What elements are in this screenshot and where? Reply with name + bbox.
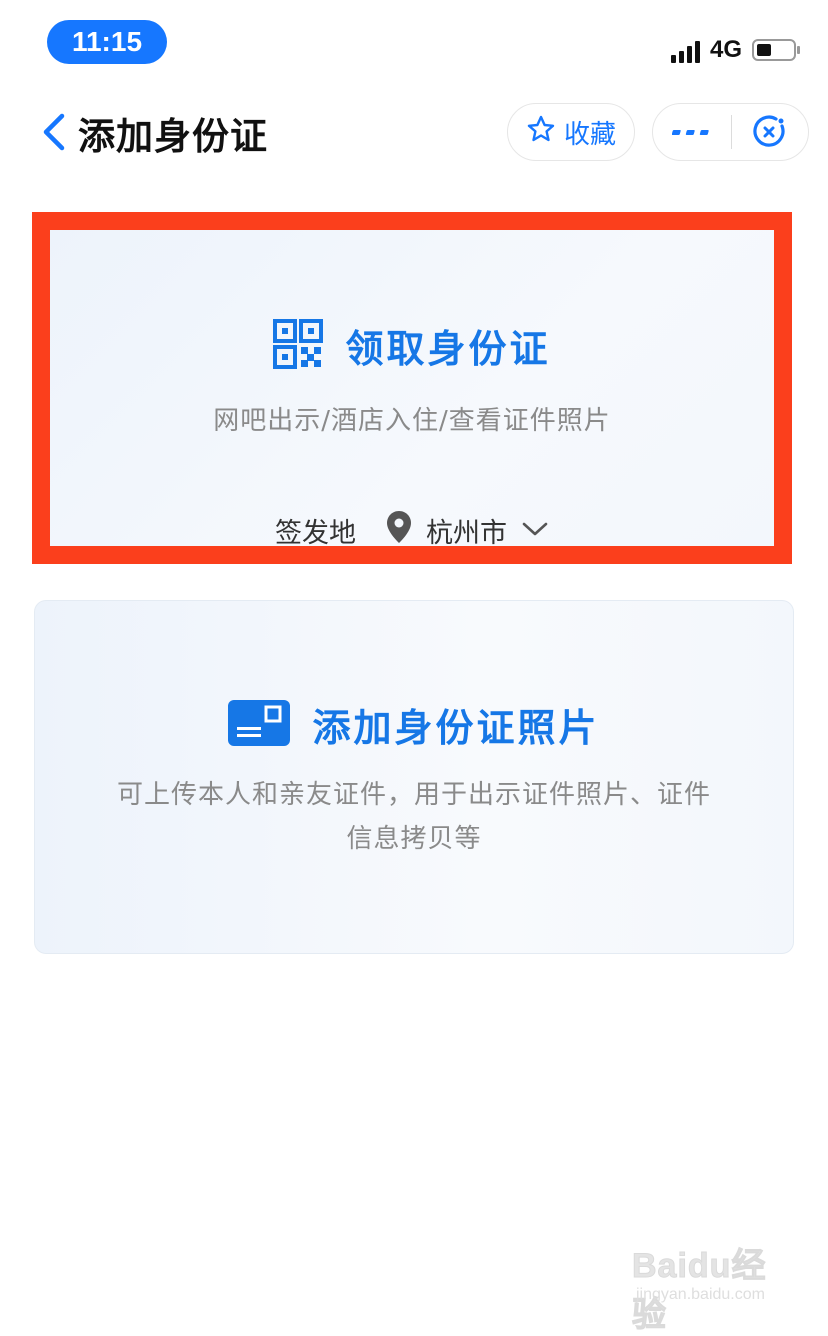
more-button[interactable]	[653, 104, 731, 160]
chevron-down-icon	[521, 515, 549, 546]
favorite-label: 收藏	[563, 119, 616, 150]
battery-icon	[752, 39, 800, 61]
star-icon	[526, 114, 556, 151]
get-id-card[interactable]: 领取身份证 网吧出示/酒店入住/查看证件照片 签发地 杭州市	[32, 212, 792, 564]
add-id-photo-title: 添加身份证照片	[312, 706, 600, 750]
add-id-photo-card[interactable]: 添加身份证照片 可上传本人和亲友证件，用于出示证件照片、证件信息拷贝等	[34, 600, 794, 954]
location-pin-icon	[386, 510, 412, 551]
watermark-url: jingyan.baidu.com	[636, 1286, 765, 1303]
add-id-photo-description: 可上传本人和亲友证件，用于出示证件照片、证件信息拷贝等	[116, 780, 711, 854]
signal-icon	[670, 37, 700, 63]
status-time: 11:15	[47, 20, 167, 64]
page-title: 添加身份证	[78, 115, 268, 158]
issue-city: 杭州市	[426, 518, 507, 549]
more-dots-icon	[672, 130, 709, 135]
issue-place-selector[interactable]: 签发地 杭州市	[50, 510, 774, 551]
mini-app-capsule	[652, 103, 809, 161]
favorite-button[interactable]: 收藏	[507, 103, 635, 161]
id-card-icon	[228, 699, 291, 750]
status-indicators: 4G	[670, 32, 800, 68]
qr-code-icon	[273, 318, 324, 373]
get-id-title: 领取身份证	[345, 327, 551, 371]
issue-place-label: 签发地	[275, 518, 356, 549]
close-button[interactable]	[732, 104, 808, 160]
get-id-subtitle: 网吧出示/酒店入住/查看证件照片	[213, 406, 611, 436]
baidu-watermark: Baidu经验 jingyan.baidu.com	[632, 1238, 792, 1335]
network-type: 4G	[709, 36, 742, 63]
close-circle-icon	[753, 115, 785, 147]
back-arrow-icon[interactable]	[36, 110, 76, 154]
